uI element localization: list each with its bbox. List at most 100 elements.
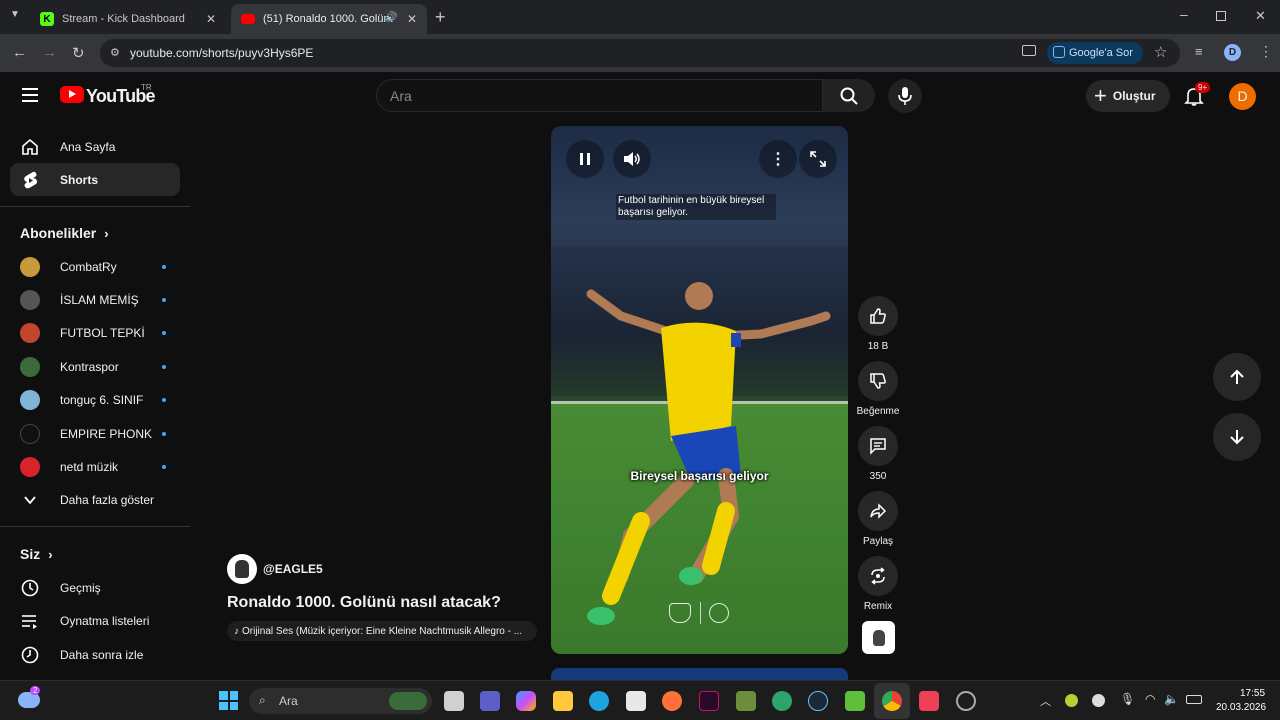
close-tab-icon[interactable]: ✕ [206,12,216,26]
hamburger-menu-icon[interactable] [22,88,38,102]
eagle-logo-icon [872,629,885,646]
cube-app-icon[interactable] [845,691,865,711]
tab-kick-dashboard[interactable]: K Stream - Kick Dashboard ✕ [30,4,226,34]
store-icon[interactable] [626,691,646,711]
close-window-button[interactable]: ✕ [1255,8,1266,24]
task-view-icon[interactable] [444,691,464,711]
remix-button[interactable]: Remix [858,556,898,612]
next-short-button[interactable] [1213,413,1261,461]
remix-icon [858,556,898,596]
you-section-title[interactable]: Siz › [20,546,53,562]
chevron-right-icon: › [48,546,53,562]
media-app-icon[interactable] [699,691,719,711]
minimize-button[interactable]: – [1180,6,1188,22]
sidebar-sub-item[interactable]: netd müzik [10,450,180,483]
subscriptions-title[interactable]: Abonelikler › [20,225,109,241]
windows-taskbar: 2 ⌕ Ara ︿ 🎙 ◠ 🔈 17:55 20.03.2026 [0,680,1280,720]
media-controls-icon[interactable]: ≡ [1195,44,1203,59]
channel-avatar [20,456,40,477]
sidebar-sub-item[interactable]: EMPIRE PHONK [10,417,180,450]
clock-date[interactable]: 20.03.2026 [1216,702,1266,713]
audio-label: Orijinal Ses (Müzik içeriyor: Eine Klein… [242,625,523,637]
profile-avatar[interactable]: D [1224,44,1241,61]
dislike-button[interactable]: Beğenme [857,361,899,417]
show-hidden-icons[interactable]: ︿ [1040,693,1051,709]
sidebar-sub-item[interactable]: tonguç 6. SINIF [10,383,180,416]
sidebar-sub-item[interactable]: CombatRy [10,250,180,283]
short-title[interactable]: Ronaldo 1000. Golünü nasıl atacak? [227,594,501,612]
maximize-button[interactable] [1216,11,1226,21]
google-ask-button[interactable]: Google'a Sor [1047,42,1143,64]
channel-avatar [20,423,40,444]
taskbar-search[interactable]: ⌕ Ara [249,688,432,714]
sidebar-item-watch-later[interactable]: Daha sonra izle [10,638,180,671]
channel-handle[interactable]: @EAGLE5 [263,562,323,576]
sidebar-sub-item[interactable]: İSLAM MEMİŞ [10,283,180,316]
reload-button[interactable]: ↻ [72,44,85,62]
wifi-icon[interactable]: ◠ [1145,692,1155,706]
notifications-button[interactable]: 9+ [1184,82,1211,108]
bookmark-star-icon[interactable]: ☆ [1154,43,1167,61]
new-content-dot [162,431,166,436]
sidebar-item-history[interactable]: Geçmiş [10,571,180,604]
start-button[interactable] [219,691,238,710]
more-options-button[interactable]: ⋮ [759,140,797,178]
install-app-icon[interactable] [1022,45,1036,56]
sound-thumbnail[interactable] [862,621,895,654]
chevron-down-icon [10,493,50,507]
close-tab-icon[interactable]: ✕ [407,12,417,26]
tray-app-icon[interactable] [1092,694,1105,707]
comments-button[interactable]: 350 [858,426,898,482]
microphone-icon[interactable]: 🎙 [1120,692,1135,706]
you-title-text: Siz [20,546,41,562]
sidebar-item-playlists[interactable]: Oynatma listeleri [10,604,180,637]
url-bar[interactable]: ⚙ youtube.com/shorts/puyv3Hys6PE [100,39,1180,67]
weather-badge: 2 [30,686,41,695]
game-launcher-icon[interactable] [772,691,792,711]
forward-button[interactable]: → [42,44,57,61]
volume-button[interactable] [613,140,651,178]
settings-app-icon[interactable] [956,691,976,711]
sidebar-item-shorts[interactable]: Shorts [10,163,180,196]
tray-app-icon[interactable] [1065,694,1078,707]
pocket-app-icon[interactable] [919,691,939,711]
minecraft-icon[interactable] [736,691,756,711]
site-info-icon[interactable]: ⚙ [110,46,120,59]
battery-icon[interactable] [1186,695,1202,704]
create-button[interactable]: + Oluştur [1086,80,1170,112]
share-button[interactable]: Paylaş [858,491,898,547]
create-label: Oluştur [1112,89,1156,103]
teams-icon[interactable] [480,691,500,711]
channel-avatar[interactable] [227,554,257,584]
new-tab-button[interactable]: + [435,7,446,28]
youtube-logo-icon[interactable] [60,86,84,103]
account-avatar[interactable]: D [1229,83,1256,110]
show-more-button[interactable]: Daha fazla göster [10,483,180,516]
search-button[interactable] [823,79,875,112]
edge-icon[interactable] [589,691,609,711]
like-button[interactable]: 18 B [858,296,898,352]
sidebar-item-home[interactable]: Ana Sayfa [10,130,180,163]
pause-button[interactable] [566,140,604,178]
browser-menu-icon[interactable]: ⋮ [1259,43,1273,60]
search-input[interactable]: Ara [376,79,823,112]
back-button[interactable]: ← [12,44,27,61]
tab-list-button[interactable]: ▼ [10,9,26,25]
search-icon: ⌕ [259,693,266,707]
chrome-icon[interactable] [882,691,902,711]
speaker-icon[interactable]: 🔈 [1164,692,1179,706]
audio-chip[interactable]: ♪ Orijinal Ses (Müzik içeriyor: Eine Kle… [227,621,537,641]
firefox-icon[interactable] [662,691,682,711]
fullscreen-button[interactable] [799,140,837,178]
sidebar-sub-item[interactable]: Kontraspor [10,350,180,383]
previous-short-button[interactable] [1213,353,1261,401]
steam-icon[interactable] [808,691,828,711]
subscriptions-title-text: Abonelikler [20,225,97,241]
history-icon [10,578,50,598]
file-explorer-icon[interactable] [553,691,573,711]
clock-time[interactable]: 17:55 [1240,688,1265,699]
sidebar-sub-item[interactable]: FUTBOL TEPKİ [10,316,180,349]
voice-search-button[interactable] [888,79,922,113]
tab-youtube-short[interactable]: (51) Ronaldo 1000. Golünü 🔊 ✕ [231,4,427,34]
copilot-icon[interactable] [516,691,536,711]
